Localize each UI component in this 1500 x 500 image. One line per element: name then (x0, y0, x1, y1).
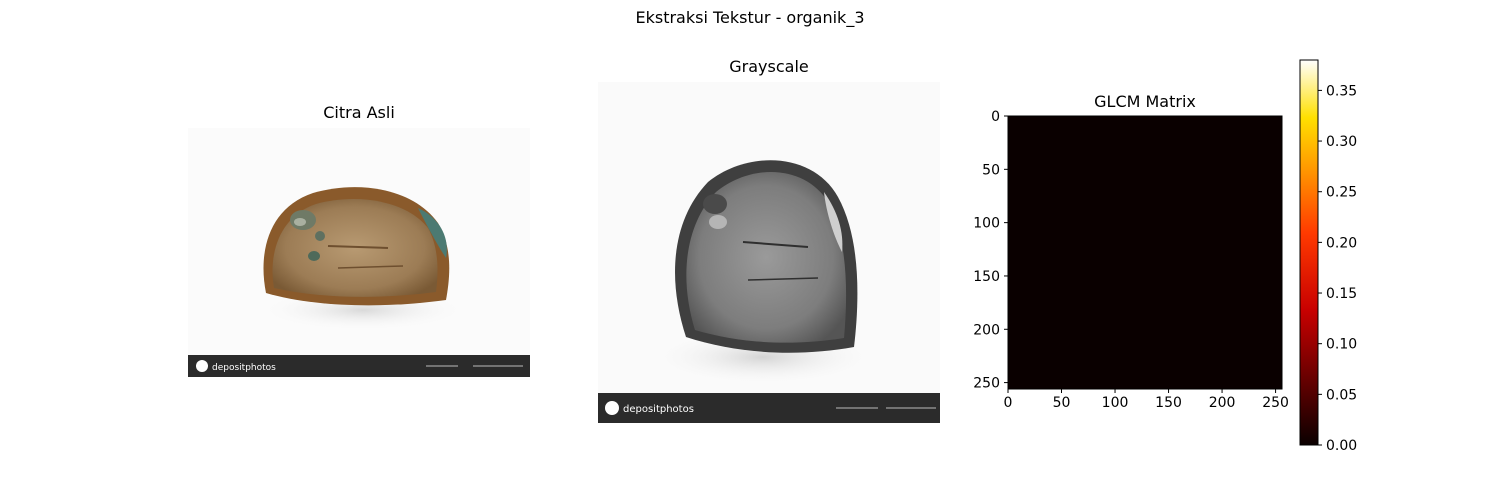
y-tick-label: 250 (973, 376, 1000, 392)
x-tick-label: 100 (1102, 395, 1129, 411)
grayscale-image: depositphotos (598, 82, 940, 423)
colorbar (1299, 59, 1319, 446)
x-tick-label: 150 (1155, 395, 1182, 411)
y-tick-label: 0 (991, 109, 1000, 125)
x-axis: 0 50 100 150 200 250 (1004, 389, 1289, 411)
grayscale-panel-title: Grayscale (729, 57, 809, 76)
colorbar-tick-label: 0.25 (1326, 185, 1357, 201)
grayscale-watermark-text: depositphotos (623, 404, 694, 415)
x-tick-label: 250 (1262, 395, 1289, 411)
glcm-title: GLCM Matrix (1094, 92, 1196, 111)
colorbar-tick-label: 0.05 (1326, 387, 1357, 403)
colorbar-tick-label: 0.35 (1326, 83, 1357, 99)
figure-title: Ekstraksi Tekstur - organik_3 (635, 8, 865, 27)
colorbar-tick-label: 0.30 (1326, 134, 1357, 150)
watermark-text: depositphotos (212, 363, 276, 373)
colorbar-tick-label: 0.20 (1326, 235, 1357, 251)
colorbar-ticks: 0.00 0.05 0.10 0.15 0.20 0.25 0.30 0.35 (1318, 83, 1357, 454)
y-tick-label: 150 (973, 269, 1000, 285)
y-tick-label: 200 (973, 322, 1000, 338)
colorbar-tick-label: 0.10 (1326, 337, 1357, 353)
y-tick-label: 50 (982, 162, 1000, 178)
glcm-heatmap (1007, 115, 1283, 390)
y-tick-label: 100 (973, 216, 1000, 232)
glcm-chart: GLCM Matrix 0 50 100 150 200 250 0 50 100 150 200… (973, 59, 1357, 454)
x-tick-label: 0 (1004, 395, 1013, 411)
x-tick-label: 50 (1053, 395, 1071, 411)
colorbar-tick-label: 0.00 (1326, 438, 1357, 454)
colorbar-tick-label: 0.15 (1326, 286, 1357, 302)
original-image: depositphotos (188, 128, 530, 377)
original-panel-title: Citra Asli (323, 103, 395, 122)
x-tick-label: 200 (1209, 395, 1236, 411)
y-axis: 0 50 100 150 200 250 (973, 109, 1008, 392)
